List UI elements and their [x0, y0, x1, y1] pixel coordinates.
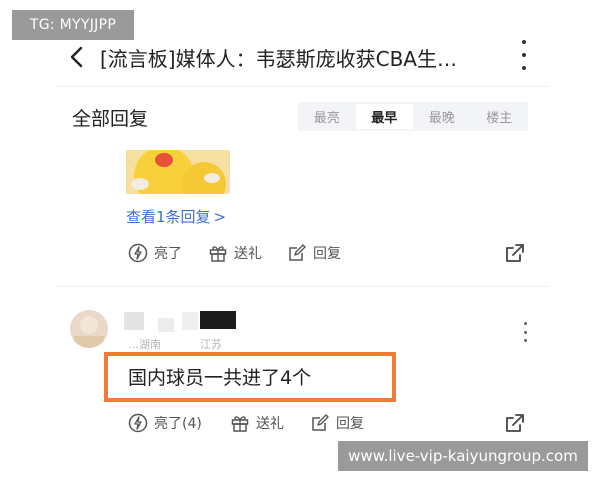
gift-label: 送礼	[234, 246, 262, 262]
vertical-ellipsis-icon[interactable]	[518, 40, 530, 70]
gift-button[interactable]: 送礼	[230, 413, 284, 433]
like-label: 亮了(4)	[154, 416, 202, 432]
url-watermark: www.live-vip-kaiyungroup.com	[338, 441, 588, 471]
lightning-icon	[128, 243, 148, 263]
chevron-right-icon: >	[213, 208, 227, 226]
tab-earliest[interactable]: 最早	[355, 104, 413, 129]
watermark: TG: MYYJJPP	[12, 10, 134, 40]
share-icon[interactable]	[504, 242, 526, 268]
like-button[interactable]: 亮了(4)	[128, 413, 202, 433]
lightning-icon	[128, 413, 148, 433]
comment-text: 国内球员一共进了4个	[128, 367, 312, 389]
like-button[interactable]: 亮了	[128, 243, 182, 263]
header-divider	[56, 86, 548, 87]
chevron-left-icon[interactable]	[64, 44, 90, 70]
section-title: 全部回复	[72, 108, 149, 130]
reply-label: 回复	[313, 246, 341, 262]
tab-latest[interactable]: 最晚	[413, 102, 471, 131]
user-location: 江苏	[200, 338, 222, 351]
gift-icon	[209, 246, 227, 262]
reply-label: 回复	[336, 416, 364, 432]
reply-more-icon[interactable]	[522, 322, 528, 342]
redacted-username	[182, 312, 198, 330]
user-name[interactable]: …湖南	[128, 336, 161, 352]
sticker-image[interactable]	[126, 150, 230, 194]
reply-button[interactable]: 回复	[287, 243, 341, 263]
gift-icon	[231, 416, 249, 432]
avatar[interactable]	[70, 310, 108, 348]
sort-tabs: 最亮 最早 最晚 楼主	[298, 102, 528, 131]
view-replies-link[interactable]: 查看1条回复 >	[126, 206, 226, 227]
edit-icon	[312, 414, 329, 431]
gift-button[interactable]: 送礼	[208, 243, 262, 263]
share-icon[interactable]	[504, 412, 526, 438]
page-title: [流言板]媒体人：韦瑟斯庞收获CBA生…	[100, 47, 457, 71]
reply-divider	[56, 286, 548, 287]
tab-brightest[interactable]: 最亮	[298, 102, 356, 131]
gift-label: 送礼	[256, 416, 284, 432]
like-label: 亮了	[154, 246, 182, 262]
reply-button[interactable]: 回复	[310, 413, 364, 433]
redacted-badge	[200, 311, 236, 329]
redacted-username	[124, 312, 144, 330]
tab-op[interactable]: 楼主	[471, 102, 529, 131]
redacted-username	[158, 318, 174, 332]
edit-icon	[289, 244, 306, 261]
